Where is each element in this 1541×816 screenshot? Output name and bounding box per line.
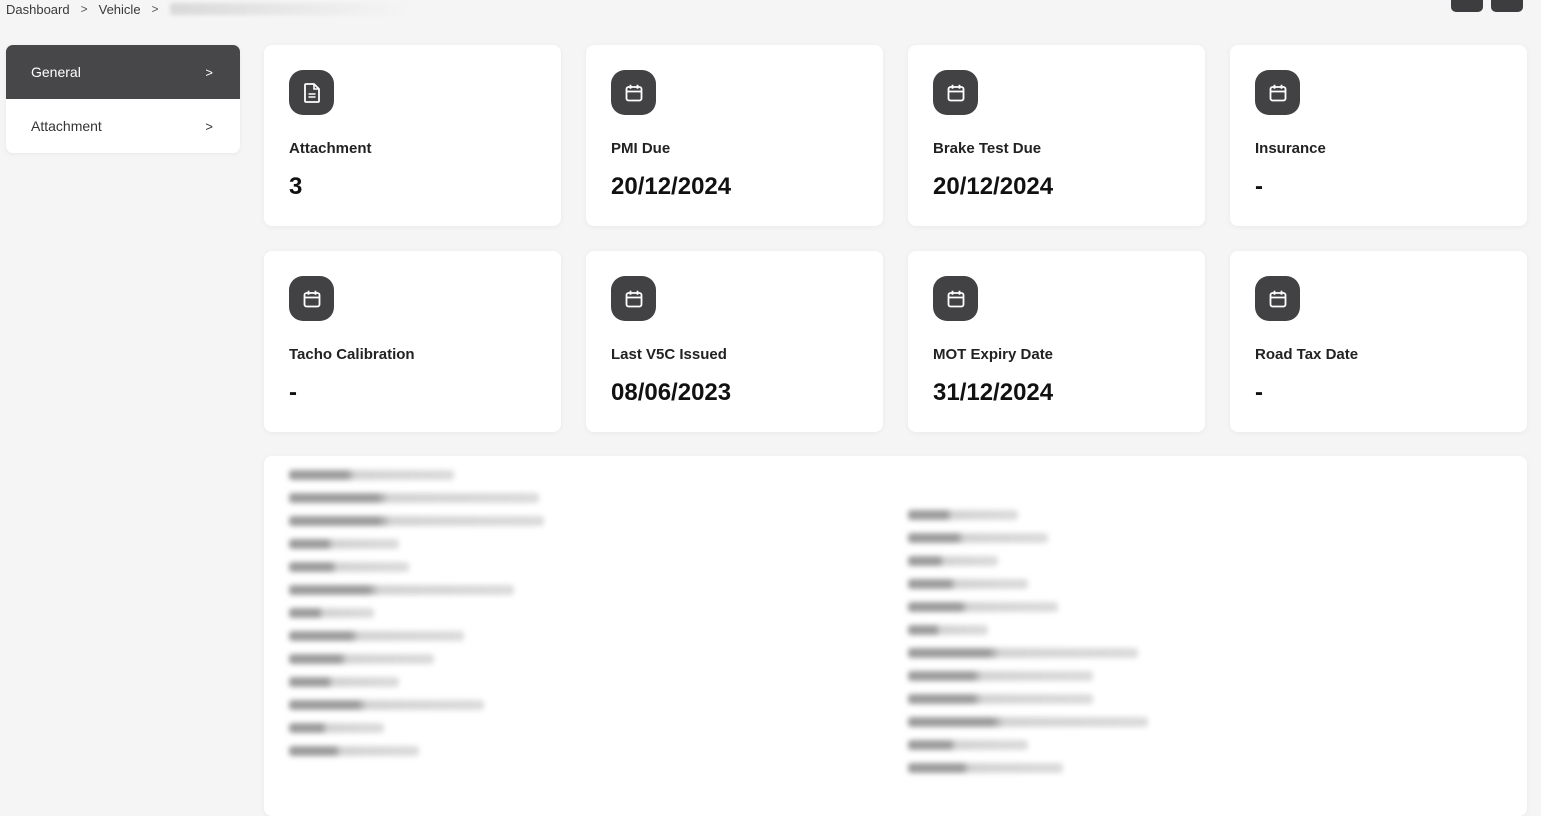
action-button[interactable] — [1451, 0, 1483, 12]
summary-cards: Attachment 3 PMI Due 20/12/2024 Brake Te… — [264, 45, 1527, 432]
document-icon — [289, 70, 334, 115]
calendar-icon — [611, 276, 656, 321]
card-pmi-due: PMI Due 20/12/2024 — [586, 45, 883, 226]
breadcrumb-separator: > — [80, 2, 88, 16]
card-title: Insurance — [1255, 140, 1326, 157]
card-insurance: Insurance - — [1230, 45, 1527, 226]
card-brake-test-due: Brake Test Due 20/12/2024 — [908, 45, 1205, 226]
details-left-column-redacted — [289, 470, 544, 769]
card-value: 20/12/2024 — [933, 173, 1054, 200]
calendar-icon — [289, 276, 334, 321]
card-value: - — [289, 379, 297, 406]
card-title: MOT Expiry Date — [933, 346, 1054, 363]
calendar-icon — [933, 276, 978, 321]
card-attachment: Attachment 3 — [264, 45, 561, 226]
top-actions — [1451, 0, 1523, 12]
card-title: Last V5C Issued — [611, 346, 727, 363]
card-tacho-calibration: Tacho Calibration - — [264, 251, 561, 432]
calendar-icon — [611, 70, 656, 115]
breadcrumb-dashboard-link[interactable]: Dashboard — [6, 2, 70, 17]
card-mot-expiry-date: MOT Expiry Date 31/12/2024 — [908, 251, 1205, 432]
calendar-icon — [1255, 276, 1300, 321]
card-title: Tacho Calibration — [289, 346, 415, 363]
calendar-icon — [1255, 70, 1300, 115]
card-last-v5c-issued: Last V5C Issued 08/06/2023 — [586, 251, 883, 432]
card-value: 3 — [289, 173, 303, 200]
chevron-right-icon: > — [205, 118, 213, 134]
breadcrumb: Dashboard > Vehicle > — [6, 0, 410, 18]
breadcrumb-vehicle-link[interactable]: Vehicle — [99, 2, 141, 17]
action-button[interactable] — [1491, 0, 1523, 12]
card-value: 08/06/2023 — [611, 379, 732, 406]
sidebar-item-label: Attachment — [31, 118, 102, 134]
card-value: - — [1255, 379, 1263, 406]
card-title: Attachment — [289, 140, 372, 157]
sidebar-item-general[interactable]: General > — [6, 45, 240, 99]
sidebar: General > Attachment > — [6, 45, 240, 153]
calendar-icon — [933, 70, 978, 115]
details-right-column-redacted — [908, 510, 1148, 786]
card-title: Road Tax Date — [1255, 346, 1359, 363]
card-value: 20/12/2024 — [611, 173, 732, 200]
breadcrumb-separator: > — [151, 2, 159, 16]
card-value: - — [1255, 173, 1263, 200]
card-title: Brake Test Due — [933, 140, 1042, 157]
chevron-right-icon: > — [205, 64, 213, 80]
card-road-tax-date: Road Tax Date - — [1230, 251, 1527, 432]
card-value: 31/12/2024 — [933, 379, 1054, 406]
card-title: PMI Due — [611, 140, 671, 157]
vehicle-details-panel — [264, 456, 1527, 816]
sidebar-item-label: General — [31, 64, 81, 80]
sidebar-item-attachment[interactable]: Attachment > — [6, 99, 240, 153]
breadcrumb-current-redacted — [169, 3, 410, 15]
